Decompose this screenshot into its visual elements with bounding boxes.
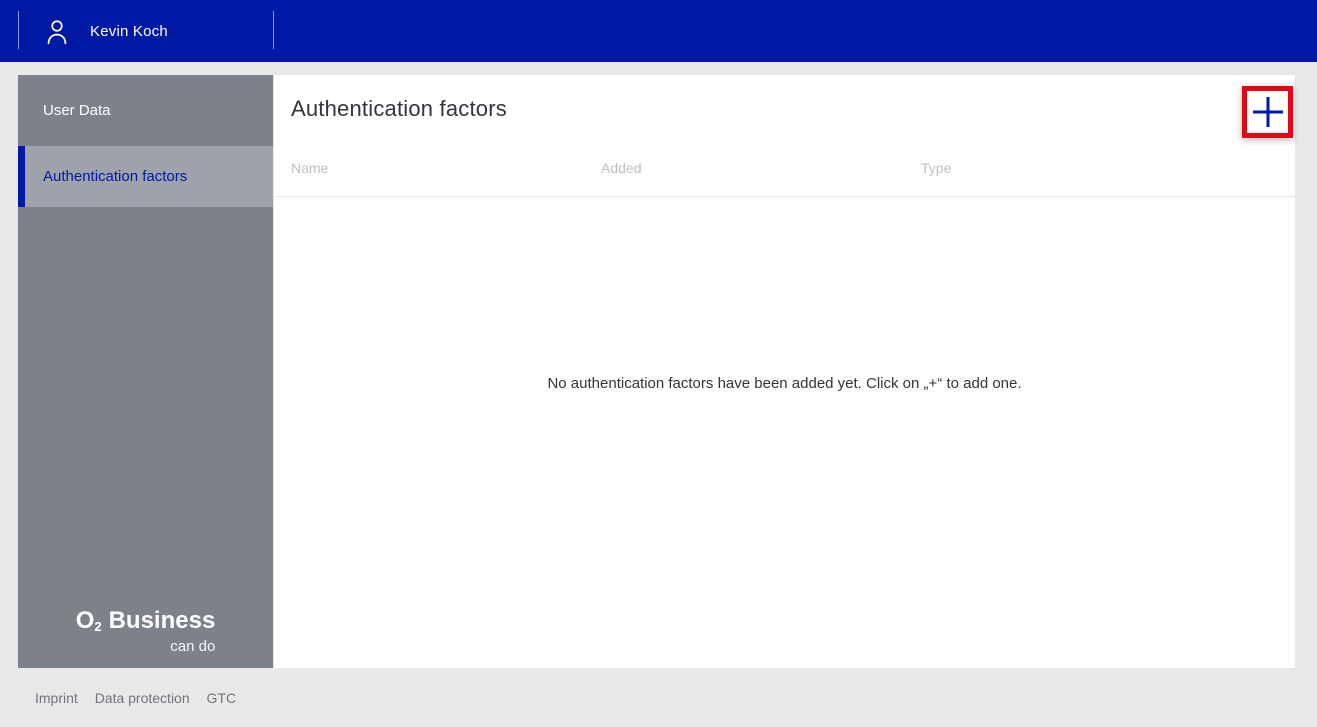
- add-button[interactable]: [1247, 91, 1288, 133]
- footer-link-imprint[interactable]: Imprint: [35, 690, 78, 706]
- footer-link-gtc[interactable]: GTC: [207, 690, 237, 706]
- top-bar: Kevin Koch: [0, 0, 1317, 62]
- user-name: Kevin Koch: [90, 23, 168, 40]
- column-header-name: Name: [291, 160, 328, 176]
- page-title: Authentication factors: [291, 96, 507, 122]
- brand-logo: O2Business can do: [18, 608, 273, 656]
- footer: Imprint Data protection GTC: [35, 690, 249, 706]
- sidebar-item-label: User Data: [43, 102, 111, 119]
- topbar-divider: [273, 11, 274, 49]
- column-header-added: Added: [601, 160, 641, 176]
- plus-icon: [1266, 97, 1269, 127]
- empty-state-message: No authentication factors have been adde…: [274, 375, 1295, 392]
- sidebar-item-label: Authentication factors: [43, 168, 187, 185]
- column-header-type: Type: [921, 160, 951, 176]
- brand-tagline: can do: [76, 637, 216, 656]
- footer-link-data-protection[interactable]: Data protection: [95, 690, 190, 706]
- brand-logo-text: O2Business: [76, 608, 216, 637]
- user-menu[interactable]: Kevin Koch: [19, 0, 273, 62]
- sidebar: User Data Authentication factors O2Busin…: [18, 75, 273, 668]
- topbar-divider: [18, 11, 19, 49]
- table-header-divider: [274, 196, 1295, 197]
- user-icon: [46, 18, 68, 45]
- annotation-highlight: [1242, 86, 1293, 138]
- sidebar-item-user-data[interactable]: User Data: [18, 75, 273, 146]
- content-panel: Authentication factors Name Added Type N…: [274, 75, 1295, 668]
- sidebar-item-authentication-factors[interactable]: Authentication factors: [18, 146, 273, 207]
